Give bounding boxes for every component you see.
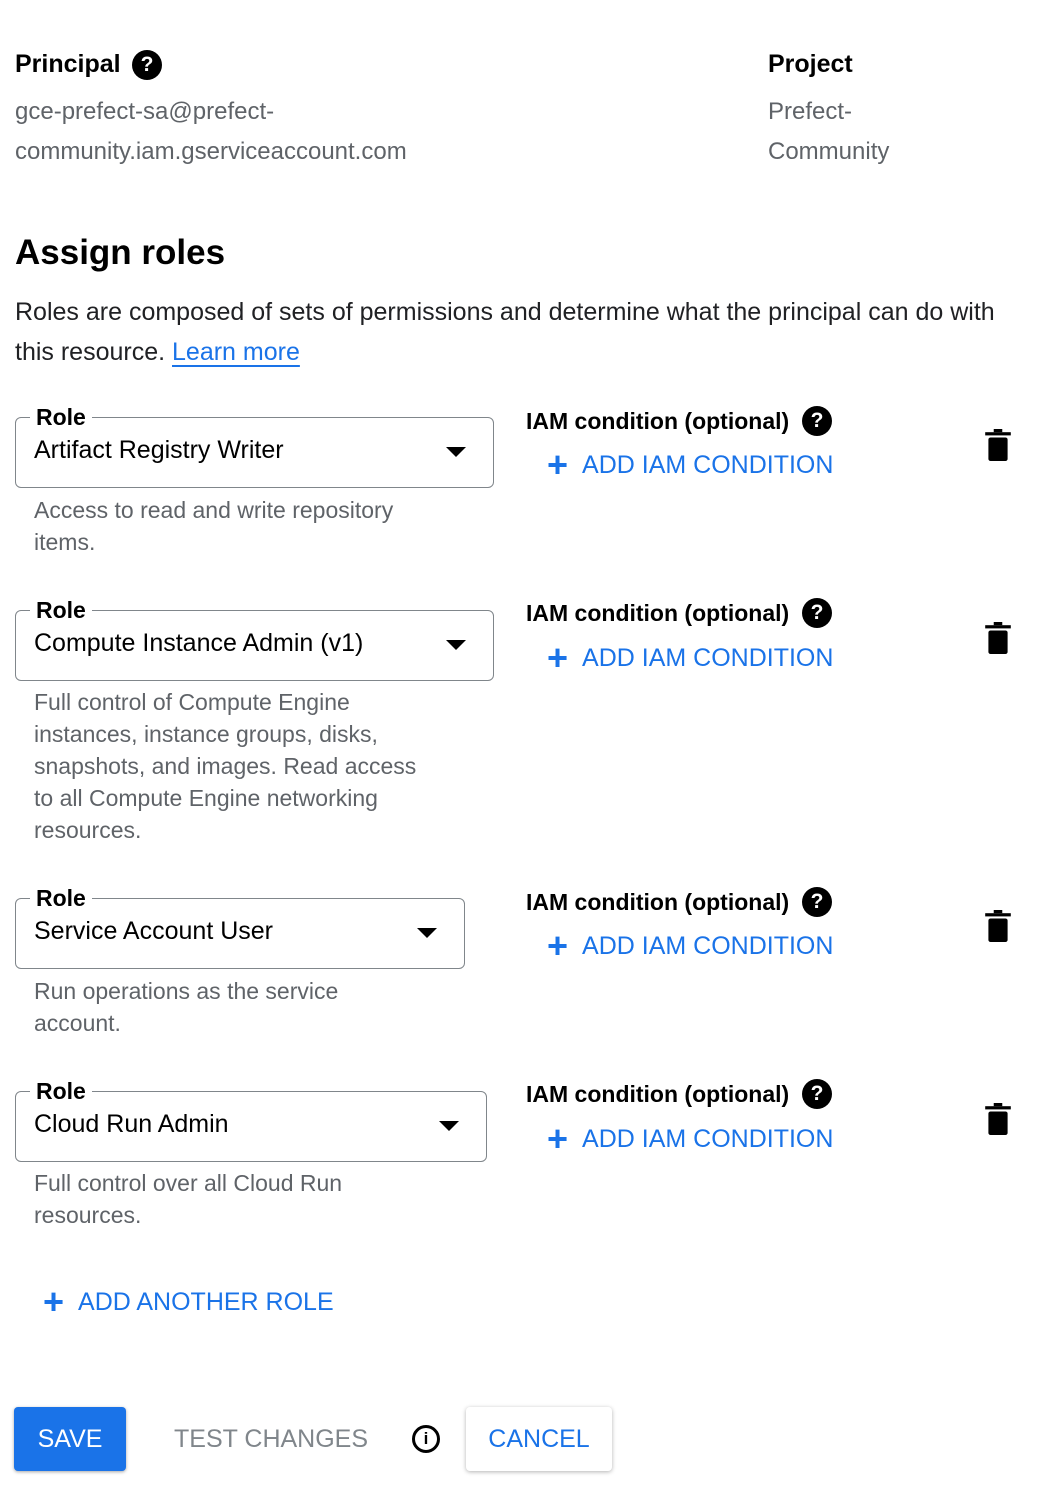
intro-text: Roles are composed of sets of permission…: [15, 292, 1025, 372]
principal-label: Principal: [15, 50, 121, 78]
caret-down-icon: [446, 640, 466, 650]
plus-icon: +: [547, 637, 569, 678]
principal-value-line1: gce-prefect-sa@prefect-: [15, 98, 275, 125]
role-value: Cloud Run Admin: [34, 1110, 229, 1138]
add-iam-condition-button[interactable]: + ADD IAM CONDITION: [547, 925, 834, 966]
role-value: Artifact Registry Writer: [34, 436, 284, 464]
role-description-line: resources.: [34, 817, 142, 843]
help-icon[interactable]: ?: [132, 50, 162, 80]
role-description-line: Access to read and write repository: [34, 497, 394, 523]
role-select[interactable]: Role Service Account User: [15, 884, 465, 969]
trash-icon[interactable]: [985, 910, 1011, 942]
trash-icon[interactable]: [985, 429, 1011, 461]
plus-icon: +: [547, 444, 569, 485]
project-label: Project: [768, 50, 853, 78]
role-value: Compute Instance Admin (v1): [34, 629, 364, 657]
role-description-line: Full control of Compute Engine: [34, 689, 350, 715]
principal-value: gce-prefect-sa@prefect- community.iam.gs…: [15, 92, 615, 172]
role-description-line: items.: [34, 529, 96, 555]
role-description-line: to all Compute Engine networking: [34, 785, 378, 811]
role-description: Access to read and write repository item…: [34, 494, 474, 558]
role-description-line: Run operations as the service: [34, 978, 339, 1004]
role-description-line: instances, instance groups, disks,: [34, 721, 378, 747]
test-changes-button[interactable]: TEST CHANGES: [174, 1425, 368, 1454]
info-icon[interactable]: i: [412, 1425, 440, 1453]
add-another-role-button[interactable]: + ADD ANOTHER ROLE: [43, 1281, 334, 1322]
trash-icon[interactable]: [985, 1103, 1011, 1135]
role-description-line: Full control over all Cloud Run: [34, 1170, 343, 1196]
help-icon[interactable]: ?: [802, 887, 832, 917]
add-iam-condition-label: ADD IAM CONDITION: [582, 931, 834, 960]
project-value: Prefect- Community: [768, 92, 1028, 172]
save-button[interactable]: SAVE: [14, 1407, 126, 1471]
role-value: Service Account User: [34, 917, 273, 945]
help-icon[interactable]: ?: [802, 598, 832, 628]
role-legend: Role: [30, 1077, 92, 1105]
caret-down-icon: [439, 1121, 459, 1131]
role-description: Full control of Compute Engine instances…: [34, 686, 474, 846]
caret-down-icon: [417, 928, 437, 938]
help-icon[interactable]: ?: [802, 406, 832, 436]
role-legend: Role: [30, 403, 92, 431]
iam-condition-label: IAM condition (optional): [526, 1081, 790, 1107]
add-iam-condition-button[interactable]: + ADD IAM CONDITION: [547, 1118, 834, 1159]
learn-more-link[interactable]: Learn more: [172, 338, 300, 366]
role-legend: Role: [30, 884, 92, 912]
plus-icon: +: [43, 1281, 65, 1322]
role-description-line: account.: [34, 1010, 121, 1036]
cancel-button[interactable]: CANCEL: [466, 1407, 612, 1471]
plus-icon: +: [547, 925, 569, 966]
role-description: Full control over all Cloud Run resource…: [34, 1167, 474, 1231]
add-iam-condition-label: ADD IAM CONDITION: [582, 1124, 834, 1153]
iam-condition-label: IAM condition (optional): [526, 600, 790, 626]
iam-condition-label: IAM condition (optional): [526, 408, 790, 434]
role-description-line: snapshots, and images. Read access: [34, 753, 417, 779]
add-iam-condition-label: ADD IAM CONDITION: [582, 450, 834, 479]
add-iam-condition-button[interactable]: + ADD IAM CONDITION: [547, 637, 834, 678]
principal-value-line2: community.iam.gserviceaccount.com: [15, 138, 407, 165]
role-select[interactable]: Role Artifact Registry Writer: [15, 403, 494, 488]
iam-condition-label: IAM condition (optional): [526, 889, 790, 915]
project-value-line1: Prefect-: [768, 98, 853, 125]
add-iam-condition-label: ADD IAM CONDITION: [582, 643, 834, 672]
intro-body: Roles are composed of sets of permission…: [15, 298, 995, 366]
role-select[interactable]: Role Cloud Run Admin: [15, 1077, 487, 1162]
role-legend: Role: [30, 596, 92, 624]
help-icon[interactable]: ?: [802, 1079, 832, 1109]
plus-icon: +: [547, 1118, 569, 1159]
project-value-line2: Community: [768, 138, 890, 165]
role-description-line: resources.: [34, 1202, 142, 1228]
role-select[interactable]: Role Compute Instance Admin (v1): [15, 596, 494, 681]
role-description: Run operations as the service account.: [34, 975, 454, 1039]
section-title: Assign roles: [15, 233, 226, 272]
trash-icon[interactable]: [985, 622, 1011, 654]
add-iam-condition-button[interactable]: + ADD IAM CONDITION: [547, 444, 834, 485]
caret-down-icon: [446, 447, 466, 457]
add-another-role-label: ADD ANOTHER ROLE: [78, 1287, 334, 1316]
